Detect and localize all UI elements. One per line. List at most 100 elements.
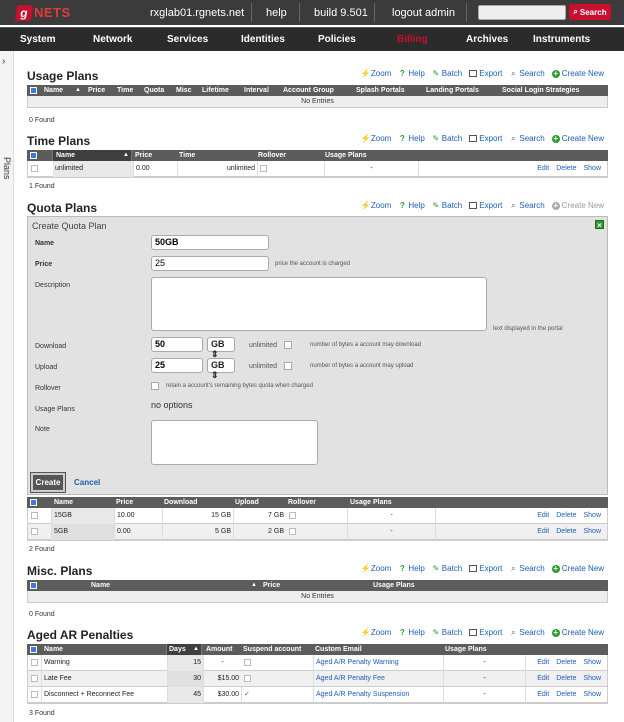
menu-identities[interactable]: Identities — [241, 28, 285, 52]
upload-unlimited-checkbox[interactable] — [284, 362, 292, 370]
host-link[interactable]: rxglab01.rgnets.net — [150, 0, 244, 25]
table-row[interactable]: Late Fee 30 $15.00 Aged A/R Penalty Fee … — [28, 671, 607, 687]
zoom-button[interactable]: ⚡ Zoom — [361, 134, 391, 143]
zoom-button[interactable]: ⚡ Zoom — [361, 201, 391, 210]
close-icon[interactable]: × — [595, 220, 604, 230]
row-checkbox[interactable] — [31, 691, 38, 698]
menu-instruments[interactable]: Instruments — [533, 28, 590, 52]
edit-link[interactable]: Edit — [537, 524, 549, 540]
col-header[interactable]: Rollover — [288, 497, 316, 508]
show-link[interactable]: Show — [583, 161, 601, 177]
delete-link[interactable]: Delete — [556, 508, 576, 524]
search-action-button[interactable]: ⌕ Search — [509, 201, 545, 210]
create-new-button[interactable]: + Create New — [551, 134, 604, 143]
edit-link[interactable]: Edit — [537, 508, 549, 524]
zoom-button[interactable]: ⚡ Zoom — [361, 628, 391, 637]
menu-policies[interactable]: Policies — [318, 28, 356, 52]
menu-billing[interactable]: Billing — [397, 28, 428, 52]
col-header[interactable]: Misc — [176, 85, 192, 96]
chevron-right-icon[interactable]: › — [2, 56, 5, 67]
table-row[interactable]: 5GB 0.00 5 GB 2 GB - Edit Delete Show — [28, 524, 607, 540]
price-input[interactable]: 25 — [151, 256, 269, 271]
col-header[interactable]: Price — [135, 150, 152, 161]
edit-link[interactable]: Edit — [537, 161, 549, 177]
upload-input[interactable]: 25 — [151, 358, 203, 373]
batch-button[interactable]: ✎ Batch — [432, 69, 462, 78]
name-input[interactable]: 50GB — [151, 235, 269, 250]
search-button[interactable]: ⌕ Search — [569, 4, 611, 20]
download-unlimited-checkbox[interactable] — [284, 341, 292, 349]
row-checkbox[interactable] — [31, 512, 38, 519]
search-action-button[interactable]: ⌕ Search — [509, 628, 545, 637]
edit-link[interactable]: Edit — [537, 687, 549, 703]
export-button[interactable]: Export — [469, 69, 502, 78]
table-row[interactable]: Warning 15 - Aged A/R Penalty Warning - … — [28, 655, 607, 671]
logout-link[interactable]: logout admin — [392, 0, 455, 25]
rollover-checkbox[interactable] — [151, 382, 159, 390]
col-header[interactable]: Quota — [144, 85, 164, 96]
help-button[interactable]: ? Help — [398, 69, 425, 78]
help-button[interactable]: ? Help — [398, 134, 425, 143]
col-header[interactable]: Name — [56, 150, 75, 161]
menu-network[interactable]: Network — [93, 28, 132, 52]
edit-link[interactable]: Edit — [537, 671, 549, 687]
global-search-input[interactable] — [478, 5, 566, 20]
delete-link[interactable]: Delete — [556, 671, 576, 687]
export-button[interactable]: Export — [469, 564, 502, 573]
col-header[interactable]: Custom Email — [315, 644, 362, 655]
delete-link[interactable]: Delete — [556, 524, 576, 540]
col-header[interactable]: Upload — [235, 497, 259, 508]
note-textarea[interactable] — [151, 420, 318, 465]
help-button[interactable]: ? Help — [398, 564, 425, 573]
show-link[interactable]: Show — [583, 508, 601, 524]
col-header[interactable]: Price — [263, 580, 280, 591]
zoom-button[interactable]: ⚡ Zoom — [361, 564, 391, 573]
side-panel-tab[interactable]: › Plans — [0, 51, 14, 722]
menu-archives[interactable]: Archives — [466, 28, 508, 52]
col-header[interactable]: Social Login Strategies — [502, 85, 579, 96]
zoom-button[interactable]: ⚡ Zoom — [361, 69, 391, 78]
custom-email-link[interactable]: Aged A/R Penalty Suspension — [316, 691, 409, 698]
col-header[interactable]: Usage Plans — [445, 644, 487, 655]
col-header[interactable]: Name — [44, 85, 63, 96]
search-action-button[interactable]: ⌕ Search — [509, 134, 545, 143]
col-header[interactable]: Usage Plans — [373, 580, 415, 591]
select-all-checkbox[interactable] — [30, 646, 37, 653]
show-link[interactable]: Show — [583, 524, 601, 540]
description-textarea[interactable] — [151, 277, 487, 331]
col-header[interactable]: Account Group — [283, 85, 334, 96]
col-header[interactable]: Landing Portals — [426, 85, 479, 96]
table-row[interactable]: unlimited 0.00 unlimited - Edit Delete S… — [28, 161, 607, 177]
help-button[interactable]: ? Help — [398, 628, 425, 637]
export-button[interactable]: Export — [469, 201, 502, 210]
col-header[interactable]: Usage Plans — [350, 497, 392, 508]
help-button[interactable]: ? Help — [398, 201, 425, 210]
batch-button[interactable]: ✎ Batch — [432, 134, 462, 143]
create-new-button[interactable]: + Create New — [551, 69, 604, 78]
col-header[interactable]: Rollover — [258, 150, 286, 161]
delete-link[interactable]: Delete — [556, 655, 576, 671]
edit-link[interactable]: Edit — [537, 655, 549, 671]
col-header[interactable]: Amount — [206, 644, 232, 655]
col-header[interactable]: Usage Plans — [325, 150, 367, 161]
delete-link[interactable]: Delete — [556, 161, 576, 177]
create-button[interactable]: Create — [30, 472, 66, 493]
help-link[interactable]: help — [266, 0, 287, 25]
create-new-button[interactable]: + Create New — [551, 564, 604, 573]
col-header[interactable]: Price — [88, 85, 105, 96]
show-link[interactable]: Show — [583, 671, 601, 687]
batch-button[interactable]: ✎ Batch — [432, 628, 462, 637]
rgnets-logo[interactable]: g NETS — [14, 4, 71, 21]
show-link[interactable]: Show — [583, 655, 601, 671]
custom-email-link[interactable]: Aged A/R Penalty Fee — [316, 675, 385, 682]
select-all-checkbox[interactable] — [30, 582, 37, 589]
download-input[interactable]: 50 — [151, 337, 203, 352]
delete-link[interactable]: Delete — [556, 687, 576, 703]
cancel-link[interactable]: Cancel — [74, 478, 100, 487]
export-button[interactable]: Export — [469, 134, 502, 143]
col-header[interactable]: Time — [179, 150, 195, 161]
download-unit-select[interactable]: GB ⇕ — [207, 337, 235, 359]
col-header[interactable]: Splash Portals — [356, 85, 405, 96]
select-all-checkbox[interactable] — [30, 152, 37, 159]
col-header[interactable]: Suspend account — [243, 644, 301, 655]
